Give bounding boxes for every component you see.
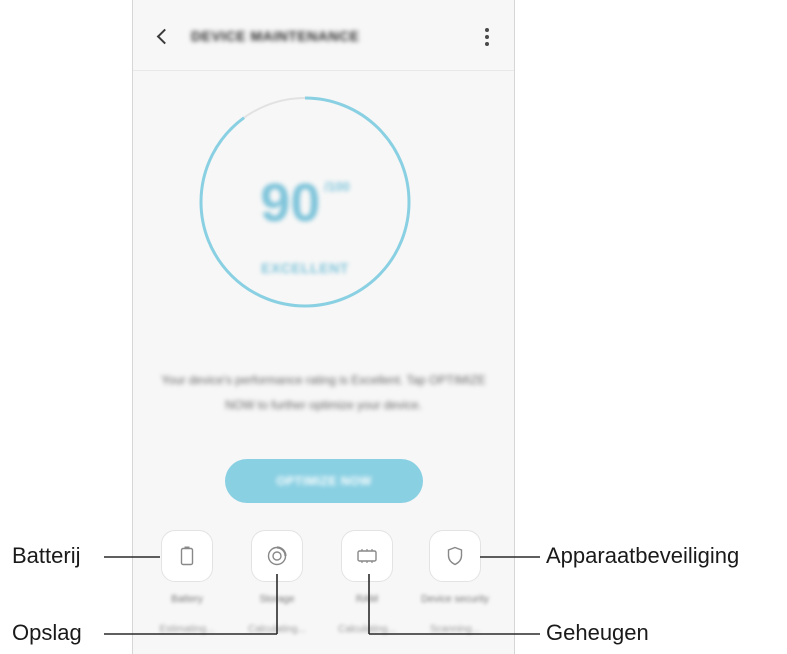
performance-description: Your device's performance rating is Exce…	[161, 373, 486, 412]
security-tile-status: Scanning...	[429, 624, 481, 635]
memory-tile-status: Calculating...	[338, 624, 396, 635]
more-options-button[interactable]	[484, 28, 490, 46]
page-title: DEVICE MAINTENANCE	[191, 28, 360, 44]
battery-tile-status: Estimating...	[159, 624, 215, 635]
back-button[interactable]	[151, 25, 173, 47]
storage-tile[interactable]	[251, 530, 303, 582]
callout-security: Apparaatbeveiliging	[546, 543, 740, 568]
memory-tile-label: RAM	[355, 594, 379, 605]
score-display: 90/100	[195, 172, 415, 234]
battery-tile[interactable]	[161, 530, 213, 582]
score-max: /100	[324, 179, 350, 194]
battery-icon	[180, 546, 194, 566]
storage-tile-status: Calculating...	[248, 624, 306, 635]
security-tile[interactable]	[429, 530, 481, 582]
more-vertical-icon	[485, 28, 489, 32]
shield-icon	[447, 546, 463, 566]
optimize-now-button[interactable]: OPTIMIZE NOW	[225, 459, 423, 503]
score-value: 90	[260, 173, 321, 233]
memory-tile[interactable]	[341, 530, 393, 582]
battery-tile-label: Battery	[171, 594, 203, 605]
memory-icon	[357, 549, 377, 563]
storage-icon	[267, 546, 287, 566]
callout-battery: Batterij	[12, 543, 81, 568]
phone-screen: DEVICE MAINTENANCE 90/100 EXCELLENT Your…	[132, 0, 515, 654]
optimize-now-label: OPTIMIZE NOW	[276, 474, 372, 488]
security-tile-label: Device security	[421, 594, 489, 605]
callout-memory: Geheugen	[546, 620, 649, 645]
score-status: EXCELLENT	[261, 260, 349, 276]
storage-tile-label: Storage	[259, 594, 295, 605]
callout-storage: Opslag	[12, 620, 82, 645]
app-bar: DEVICE MAINTENANCE	[133, 0, 514, 71]
chevron-left-icon	[156, 28, 172, 44]
